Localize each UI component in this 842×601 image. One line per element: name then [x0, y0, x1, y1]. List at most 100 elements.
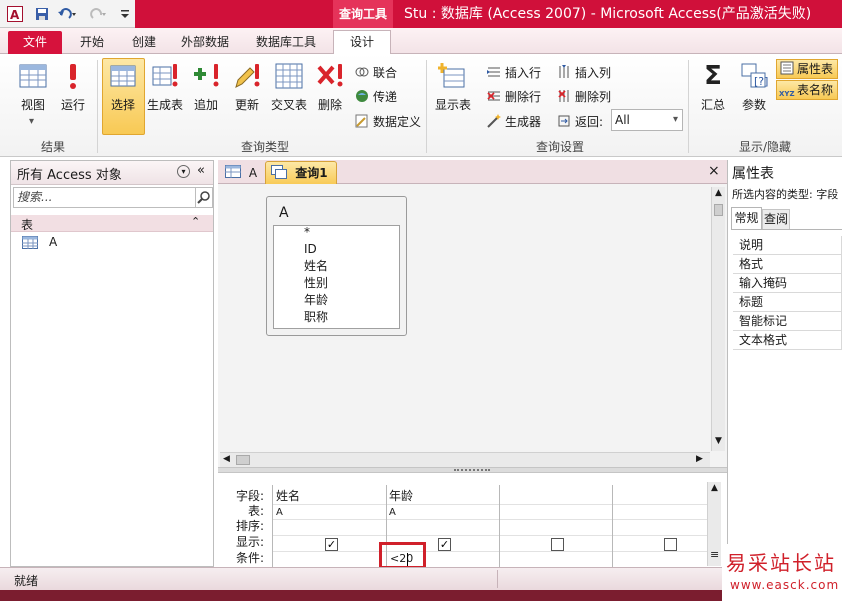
grid-row-label-criteria: 条件: [235, 551, 264, 565]
tab-external-data[interactable]: 外部数据 [172, 31, 238, 53]
status-divider [497, 570, 498, 588]
redo-icon[interactable] [86, 6, 108, 22]
grid-cell-field[interactable]: 姓名 [276, 489, 300, 504]
delete-rows-button[interactable]: 删除行 [486, 86, 541, 106]
tab-database-tools[interactable]: 数据库工具 [246, 31, 326, 53]
xyz-icon: XYZ [779, 90, 795, 98]
property-row-format[interactable]: 格式 [733, 255, 842, 274]
nav-item-table-a[interactable]: A [11, 232, 213, 254]
save-icon[interactable] [34, 6, 50, 22]
property-row-caption[interactable]: 标题 [733, 293, 842, 312]
builder-button[interactable]: 生成器 [486, 111, 541, 131]
append-icon [194, 64, 219, 87]
scroll-right-arrow-icon[interactable]: ▶ [696, 454, 703, 464]
design-grid [218, 473, 727, 568]
scroll-up-arrow-icon[interactable]: ▲ [711, 483, 718, 493]
tab-home[interactable]: 开始 [70, 31, 114, 53]
watermark-url: www.easck.com [730, 578, 840, 592]
tab-general[interactable]: 常规 [731, 207, 762, 229]
scroll-grip-icon[interactable]: ≡ [710, 548, 719, 561]
passthrough-button[interactable]: 传递 [354, 86, 397, 106]
field-item[interactable]: 年龄 [304, 292, 328, 309]
group-label-show-hide: 显示/隐藏 [738, 140, 792, 154]
show-table-button[interactable]: 显示表 [434, 58, 472, 134]
builder-wand-icon [487, 114, 501, 128]
delete-rows-icon [487, 91, 500, 101]
scrollbar-thumb[interactable] [236, 455, 250, 465]
grid-row-label-show: 显示: [235, 535, 264, 549]
property-row-description[interactable]: 说明 [733, 236, 842, 255]
show-checkbox[interactable]: ✓ [438, 538, 451, 551]
property-row-smart-tags[interactable]: 智能标记 [733, 312, 842, 331]
vertical-scrollbar[interactable]: ▲ ▼ [711, 187, 725, 451]
undo-icon[interactable] [56, 6, 78, 22]
field-item[interactable]: 性别 [304, 275, 328, 292]
doc-tab-query1[interactable]: 查询1 [265, 161, 337, 185]
customize-qat-icon[interactable] [118, 6, 132, 22]
tab-file[interactable]: 文件 [8, 31, 62, 54]
access-logo-icon[interactable]: A [6, 6, 23, 22]
show-checkbox[interactable]: ✓ [325, 538, 338, 551]
horizontal-scrollbar[interactable]: ◀ ▶ [220, 452, 710, 467]
search-button[interactable] [195, 187, 213, 208]
tab-design[interactable]: 设计 [333, 30, 391, 55]
grid-cell-table[interactable]: A [389, 505, 396, 520]
close-document-icon[interactable]: × [708, 163, 720, 179]
nav-menu-chevron-icon[interactable]: ▾ [177, 165, 190, 178]
make-table-button[interactable]: 生成表 [146, 58, 184, 134]
globe-icon [356, 90, 368, 102]
grid-vertical-scrollbar[interactable]: ▲ ≡ [707, 482, 721, 566]
totals-button[interactable]: Σ 汇总 [694, 58, 732, 134]
append-button[interactable]: 追加 [187, 58, 225, 134]
group-label-results: 结果 [40, 140, 65, 154]
group-separator [426, 60, 427, 153]
property-row-text-format[interactable]: 文本格式 [733, 331, 842, 350]
scrollbar-thumb[interactable] [714, 204, 723, 216]
window-title: Stu : 数据库 (Access 2007) - Microsoft Acce… [404, 6, 812, 22]
grid-cell-field[interactable]: 年龄 [389, 489, 413, 504]
grid-row-label-sort: 排序: [235, 519, 264, 533]
data-definition-icon [355, 114, 368, 128]
splitter-grip-icon [454, 469, 490, 471]
view-button[interactable]: 视图 ▾ [14, 58, 52, 134]
property-sheet-button[interactable]: 属性表 [776, 59, 838, 79]
property-row-input-mask[interactable]: 输入掩码 [733, 274, 842, 293]
delete-columns-button[interactable]: 删除列 [556, 86, 611, 106]
crosstab-button[interactable]: 交叉表 [270, 58, 308, 134]
field-item[interactable]: 职称 [304, 309, 328, 326]
doc-tab-table-a[interactable]: A [221, 162, 263, 184]
table-names-button[interactable]: XYZ 表名称 [776, 80, 838, 100]
insert-columns-icon [559, 65, 569, 78]
nav-pane-header[interactable]: 所有 Access 对象 ▾ « [11, 161, 213, 185]
insert-columns-button[interactable]: 插入列 [556, 62, 611, 82]
taskbar-strip [0, 590, 842, 601]
return-select[interactable]: All ▾ [611, 109, 683, 131]
parameters-icon: [?] [741, 63, 768, 88]
collapse-chevron-icon[interactable]: ⌃ [191, 215, 200, 228]
parameters-button[interactable]: [?] 参数 [735, 58, 773, 134]
scroll-left-arrow-icon[interactable]: ◀ [223, 454, 230, 464]
scroll-down-arrow-icon[interactable]: ▼ [715, 436, 722, 446]
show-checkbox[interactable] [551, 538, 564, 551]
search-icon [197, 191, 210, 204]
insert-rows-button[interactable]: 插入行 [486, 62, 541, 82]
select-query-button[interactable]: 选择 [104, 58, 142, 134]
delete-query-button[interactable]: 删除 [311, 58, 349, 134]
tab-create[interactable]: 创建 [122, 31, 166, 53]
run-button[interactable]: 运行 [54, 58, 92, 134]
field-item[interactable]: 姓名 [304, 258, 328, 275]
return-label: 返回: [556, 111, 603, 131]
field-item[interactable]: ID [304, 241, 317, 258]
tab-lookup[interactable]: 查阅 [762, 209, 790, 229]
scroll-up-arrow-icon[interactable]: ▲ [715, 188, 722, 198]
grid-cell-table[interactable]: A [276, 505, 283, 520]
status-text: 就绪 [14, 574, 39, 588]
update-button[interactable]: 更新 [228, 58, 266, 134]
show-checkbox[interactable] [664, 538, 677, 551]
field-item[interactable]: * [304, 224, 310, 241]
nav-search-input[interactable]: 搜索... [13, 187, 196, 208]
union-button[interactable]: 联合 [354, 62, 397, 82]
shutter-bar-close-icon[interactable]: « [197, 163, 205, 178]
data-definition-button[interactable]: 数据定义 [354, 111, 421, 131]
nav-category-tables[interactable]: 表 ⌃ [11, 215, 213, 232]
